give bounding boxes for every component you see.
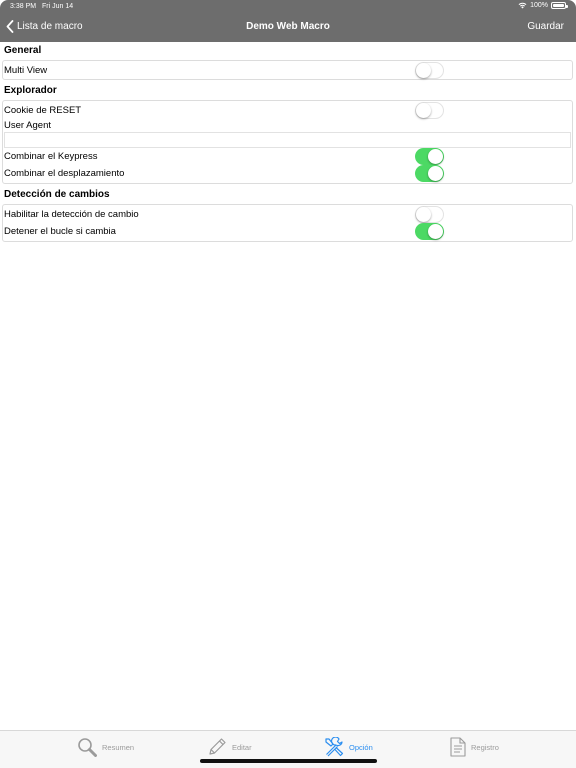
section-header-explorer: Explorador — [4, 85, 57, 96]
tab-resumen-label: Resumen — [102, 742, 135, 752]
multi-view-toggle[interactable] — [415, 62, 444, 79]
navigation-bar: 3:38 PM Fri Jun 14 100% Lista de macro D… — [0, 0, 576, 42]
tab-resumen[interactable]: Resumen — [77, 736, 134, 758]
reset-cookie-label: Cookie de RESET — [4, 105, 82, 116]
status-date: Fri Jun 14 — [42, 3, 74, 10]
page-title: Demo Web Macro — [246, 21, 330, 32]
general-group — [2, 60, 573, 80]
pencil-icon — [209, 738, 226, 755]
enable-detection-toggle[interactable] — [415, 206, 444, 223]
tab-registro[interactable]: Registro — [450, 736, 499, 758]
tab-editar[interactable]: Editar — [207, 736, 252, 758]
combine-scroll-toggle[interactable] — [415, 165, 444, 182]
status-indicators: 100% — [518, 2, 568, 9]
status-time: 3:38 PM — [10, 3, 37, 10]
home-indicator — [200, 759, 377, 763]
tab-opcion-label: Opción — [349, 742, 373, 752]
battery-icon — [551, 2, 568, 9]
status-bar: 3:38 PM Fri Jun 14 100% — [0, 2, 576, 12]
battery-percentage: 100% — [530, 2, 548, 9]
enable-detection-label: Habilitar la detección de cambio — [4, 209, 139, 220]
section-header-general: General — [4, 45, 42, 56]
reset-cookie-toggle[interactable] — [415, 102, 444, 119]
stop-loop-label: Detener el bucle si cambia — [4, 226, 116, 237]
chevron-left-icon — [6, 20, 14, 33]
tab-opcion[interactable]: Opción — [324, 736, 373, 758]
stop-loop-toggle[interactable] — [415, 223, 444, 240]
tools-icon — [325, 737, 344, 757]
combine-keypress-label: Combinar el Keypress — [4, 151, 98, 162]
magnifier-icon — [78, 738, 97, 757]
combine-scroll-label: Combinar el desplazamiento — [4, 168, 125, 179]
back-button-label: Lista de macro — [17, 21, 83, 32]
back-button[interactable]: Lista de macro — [6, 20, 83, 33]
document-icon — [450, 737, 466, 757]
user-agent-label: User Agent — [4, 120, 51, 131]
save-button[interactable]: Guardar — [527, 21, 564, 32]
tab-editar-label: Editar — [232, 742, 252, 752]
user-agent-input[interactable] — [4, 132, 571, 148]
combine-keypress-toggle[interactable] — [415, 148, 444, 165]
multi-view-label: Multi View — [4, 65, 48, 76]
tab-registro-label: Registro — [471, 742, 499, 752]
section-header-change-detection: Detección de cambios — [4, 189, 110, 200]
wifi-icon — [518, 2, 527, 9]
